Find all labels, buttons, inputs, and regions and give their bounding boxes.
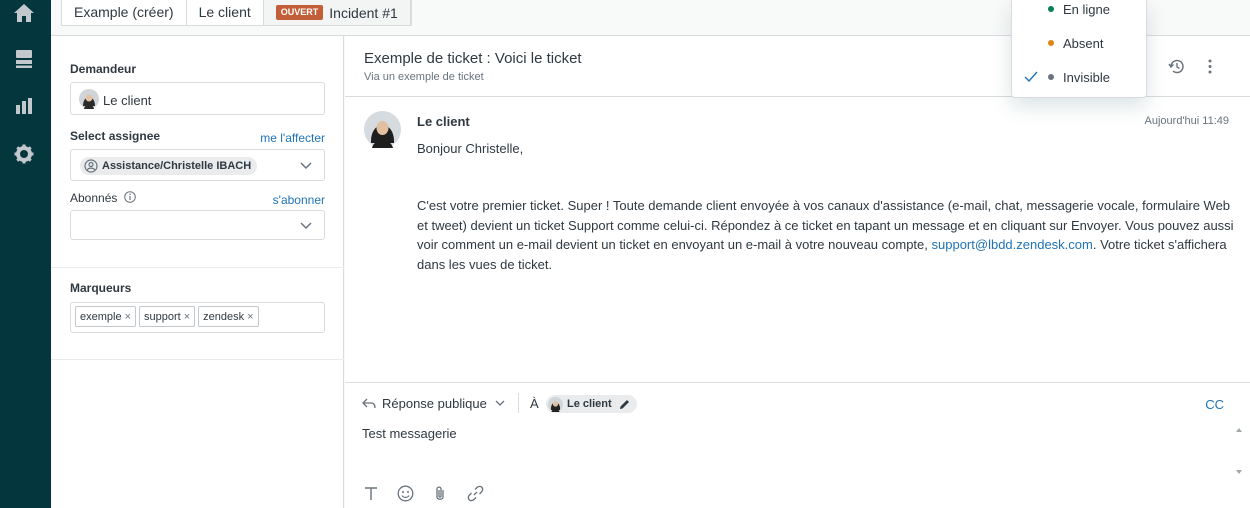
reply-textarea[interactable]: Test messagerie (362, 426, 1222, 476)
ticket-tabs: Example (créer) Le client OUVERT Inciden… (61, 0, 412, 26)
followers-select[interactable] (70, 210, 325, 240)
assignee-label: Select assignee (70, 129, 161, 143)
tab-client[interactable]: Le client (187, 0, 264, 25)
chevron-down-icon (495, 400, 505, 406)
message-greeting: Bonjour Christelle, (417, 141, 524, 156)
requester-avatar (79, 89, 99, 109)
status-label: En ligne (1063, 1, 1110, 17)
more-options-icon[interactable] (1207, 58, 1213, 75)
status-online-option[interactable]: En ligne (1012, 0, 1148, 21)
attachment-icon[interactable] (434, 485, 446, 502)
ticket-properties-panel: Demandeur Le client Select assignee me l… (51, 36, 344, 508)
status-away-option[interactable]: Absent (1012, 31, 1148, 55)
author-avatar (364, 111, 401, 148)
followers-label-text: Abonnés (70, 191, 118, 205)
assign-me-link[interactable]: me l'affecter (260, 131, 325, 145)
check-icon (1024, 71, 1038, 82)
recipient-chip[interactable]: Le client (546, 395, 637, 413)
status-dot (1048, 74, 1054, 80)
link-icon[interactable] (467, 485, 484, 502)
tag-label: zendesk (203, 310, 245, 323)
divider (51, 267, 344, 268)
email-link[interactable]: support@lbdd.zendesk.com (932, 237, 1093, 252)
admin-icon[interactable] (12, 142, 36, 166)
edit-icon[interactable] (618, 398, 631, 411)
reply-composer: Réponse publique À Le client CC Test mes… (345, 382, 1250, 508)
reporting-icon[interactable] (12, 94, 36, 118)
requester-field[interactable]: Le client (70, 82, 325, 115)
followers-label: Abonnés (70, 191, 136, 205)
status-dot (1048, 6, 1054, 12)
reply-type-label: Réponse publique (382, 396, 487, 411)
assignee-chip: Assistance/Christelle IBACH (80, 157, 258, 175)
views-icon[interactable] (12, 47, 36, 71)
home-icon[interactable] (12, 1, 36, 25)
info-icon[interactable] (123, 191, 136, 203)
message-body: C'est votre premier ticket. Super ! Tout… (417, 196, 1237, 274)
tab-incident[interactable]: OUVERT Incident #1 (263, 0, 411, 25)
assignee-select[interactable]: Assistance/Christelle IBACH (70, 149, 325, 181)
scrollbar[interactable] (1234, 423, 1244, 479)
remove-tag-icon[interactable]: × (184, 311, 190, 323)
cc-button[interactable]: CC (1205, 397, 1224, 412)
status-label: Invisible (1063, 69, 1110, 85)
tag-label: support (144, 310, 181, 323)
message-timestamp: Aujourd'hui 11:49 (1144, 115, 1229, 127)
requester-value: Le client (103, 93, 152, 108)
user-icon (84, 159, 98, 173)
tag-label: exemple (80, 310, 122, 323)
status-dropdown: En ligne Absent Invisible (1011, 0, 1147, 98)
ticket-title[interactable]: Exemple de ticket : Voici le ticket (364, 50, 582, 67)
recipient-label: Le client (567, 398, 612, 410)
history-icon[interactable] (1168, 58, 1185, 75)
main-nav (0, 0, 51, 508)
tag-item: exemple × (75, 306, 137, 327)
requester-label: Demandeur (70, 62, 137, 76)
status-badge: OUVERT (275, 5, 324, 20)
remove-tag-icon[interactable]: × (125, 311, 131, 323)
divider (51, 359, 344, 360)
tab-example[interactable]: Example (créer) (62, 0, 187, 25)
message-author[interactable]: Le client (417, 114, 470, 129)
chevron-down-icon (300, 162, 312, 170)
status-dot (1048, 40, 1054, 46)
emoji-icon[interactable] (397, 485, 414, 502)
tags-field[interactable]: exemple × support × zendesk × (70, 302, 325, 333)
follow-link[interactable]: s'abonner (273, 193, 325, 207)
text-format-icon[interactable] (364, 486, 378, 501)
to-label: À (530, 396, 539, 411)
remove-tag-icon[interactable]: × (247, 311, 253, 323)
reply-icon (362, 398, 376, 409)
tab-incident-label: Incident #1 (329, 4, 398, 21)
tag-item: support × (139, 306, 196, 327)
tags-label: Marqueurs (70, 281, 132, 295)
divider (518, 393, 519, 413)
ticket-via: Via un exemple de ticket (364, 71, 484, 83)
tag-item: zendesk × (198, 306, 259, 327)
status-invisible-option[interactable]: Invisible (1012, 65, 1148, 89)
assignee-value: Assistance/Christelle IBACH (102, 160, 252, 172)
chevron-down-icon (300, 222, 312, 230)
recipient-avatar (548, 396, 563, 412)
conversation-pane: Exemple de ticket : Voici le ticket Via … (345, 36, 1250, 508)
reply-type-selector[interactable]: Réponse publique (362, 396, 505, 411)
status-label: Absent (1063, 35, 1104, 51)
